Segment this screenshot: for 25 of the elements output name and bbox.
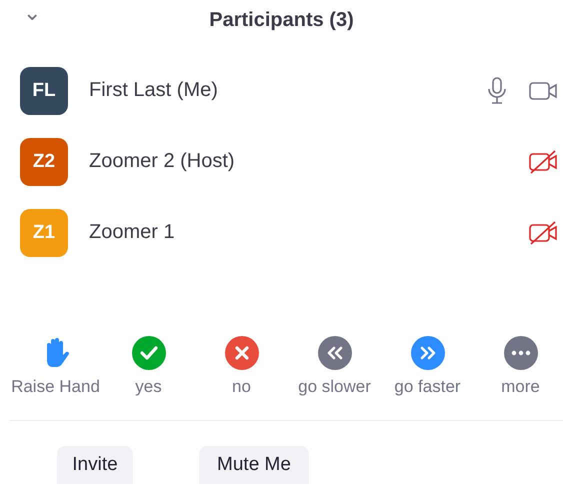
reaction-label: go slower bbox=[298, 377, 371, 397]
yes-reaction-icon[interactable] bbox=[132, 336, 166, 370]
participant-name: Zoomer 2 (Host) bbox=[89, 150, 236, 173]
no-reaction-icon[interactable] bbox=[224, 336, 258, 370]
participant-name: First Last (Me) bbox=[89, 79, 219, 102]
action-button[interactable]: Invite bbox=[57, 446, 133, 484]
reaction-label: no bbox=[232, 377, 251, 397]
microphone-icon[interactable] bbox=[487, 76, 507, 104]
participant-avatar: FL bbox=[20, 66, 68, 114]
action-button[interactable]: Mute Me bbox=[199, 446, 309, 484]
collapse-chevron-icon[interactable]: ⌄ bbox=[23, 2, 41, 24]
slower-reaction-icon[interactable] bbox=[318, 336, 352, 370]
video-off-icon[interactable] bbox=[529, 220, 557, 244]
reaction-label: yes bbox=[135, 377, 162, 397]
participant-avatar: Z2 bbox=[20, 138, 68, 186]
participant-name: Zoomer 1 bbox=[89, 221, 176, 244]
reaction-label: Raise Hand bbox=[11, 377, 100, 397]
faster-reaction-icon[interactable] bbox=[410, 336, 444, 370]
reaction-label: go faster bbox=[394, 377, 461, 397]
video-off-icon[interactable] bbox=[529, 150, 557, 174]
participant-avatar: Z1 bbox=[20, 208, 68, 256]
panel-title: Participants (3) bbox=[209, 8, 354, 32]
reaction-label: more bbox=[501, 377, 540, 397]
more-reaction-icon[interactable] bbox=[504, 336, 538, 370]
video-camera-icon[interactable] bbox=[529, 80, 557, 100]
